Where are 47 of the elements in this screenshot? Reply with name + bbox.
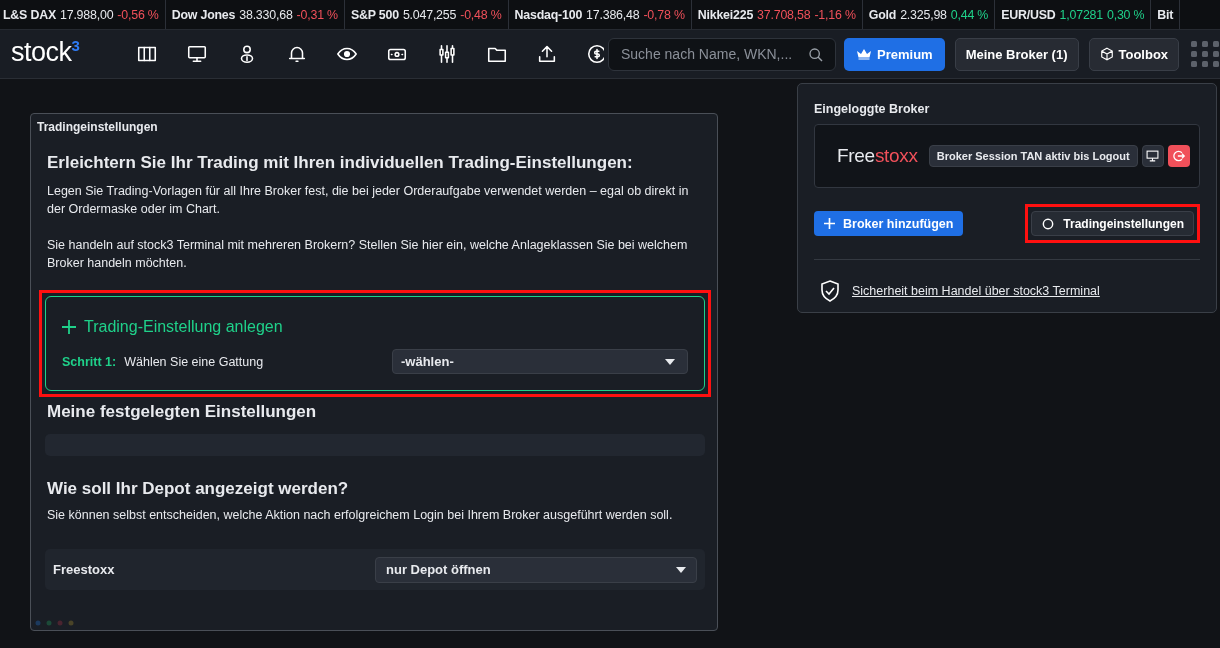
create-setting-link[interactable]: Trading-Einstellung anlegen [84,318,283,336]
ticker-change: -0,56 % [117,7,159,22]
popup-title: Eingeloggte Broker [814,102,931,116]
plain-button[interactable]: Meine Broker (1) [954,37,1079,71]
action-select[interactable]: nur Depot öffnen [375,556,697,583]
section-heading: Meine festgelegten Einstellungen [47,402,318,422]
ticker-name: Nasdaq-100 [514,7,583,22]
step-label: Schritt 1: [62,354,117,369]
description-text: Sie handeln auf stock3 Terminal mit mehreren Brokern? Stellen Sie hier ein, welche Anlageklassen Sie bei welchem Broker handeln möchten. [47,237,689,272]
ticker-value: 38.330,68 [239,7,293,22]
ticker-change: -1,16 % [814,7,856,22]
ticker-value: 17.988,00 [60,7,114,22]
category-select[interactable]: -wählen- [392,349,688,374]
ticker-value: 1,07281 [1059,7,1103,22]
section-heading: Wie soll Ihr Depot angezeigt werden? [47,479,350,499]
step-text: Wählen Sie eine Gattung [124,354,264,369]
trading-settings-button[interactable]: Tradingeinstellungen [1031,211,1194,236]
ticker-name: EUR/USD [1001,7,1056,22]
ticker-change: 0,44 % [950,7,989,22]
add-broker-button[interactable]: Broker hinzufügen [814,211,964,236]
ticker-name: Bit [1157,7,1174,22]
ticker-value: 17.386,48 [586,7,640,22]
ticker-name: Gold [868,7,897,22]
ticker-value: 5.047,255 [402,7,457,22]
security-link[interactable]: Sicherheit beim Handel über stock3 Terminal [852,284,1100,298]
ticker-name: S&P 500 [350,7,399,22]
panel-title: Tradingeinstellungen [36,119,159,134]
section-heading: Erleichtern Sie Ihr Trading mit Ihren individuellen Trading-Einstellungen: [47,153,634,173]
ticker-name: Nikkei225 [697,7,754,22]
description-text: Sie können selbst entscheiden, welche Aktion nach erfolgreichem Login bei Ihrem Broker ausgeführt werden soll. [47,508,674,522]
ticker-value: 2.325,98 [900,7,947,22]
logo-wordmark[interactable]: stock [11,36,72,68]
ticker-name: Dow Jones [171,7,236,22]
toolbox-button[interactable]: Toolbox [1088,37,1180,71]
ticker-change: -0,78 % [643,7,685,22]
logo-superscript[interactable]: 3 [71,36,80,54]
session-badge: Broker Session TAN aktiv bis Logout [928,145,1138,167]
ticker-change: -0,48 % [460,7,502,22]
ticker-value: 37.708,58 [757,7,811,22]
broker-name: Freestoxx [53,562,115,577]
description-text: Legen Sie Trading-Vorlagen für all Ihre Broker fest, die bei jeder Orderaufgabe verwendet werden – egal ob direkt in der Ordermaske oder im Chart. [47,183,690,218]
ticker-change: 0,30 % [1106,7,1145,22]
search-field[interactable]: Suche nach Name, WKN,... [608,37,836,71]
broker-logo: Freestoxx [837,145,918,167]
ticker-name: L&S DAX [3,7,56,22]
premium-button[interactable]: Premium [844,37,945,71]
ticker-change: -0,31 % [296,7,338,22]
